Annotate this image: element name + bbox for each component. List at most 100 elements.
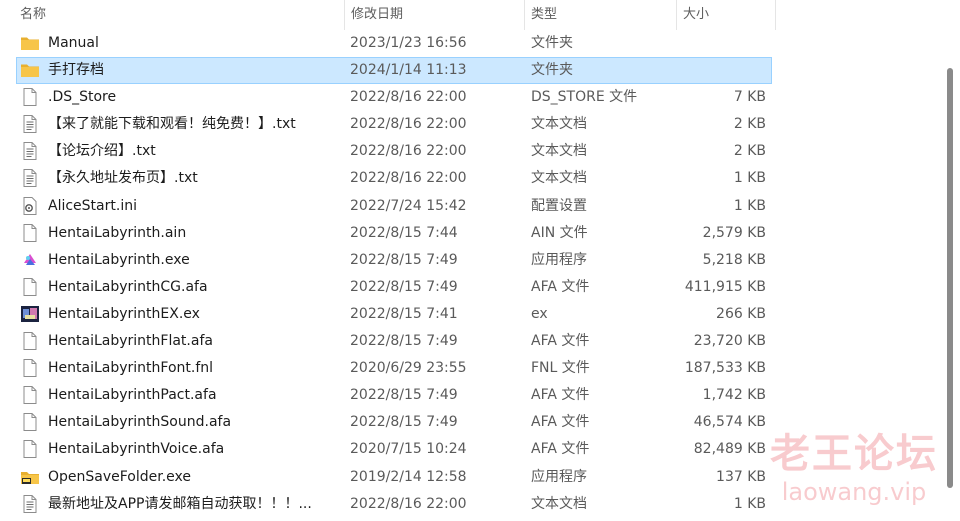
file-name: OpenSaveFolder.exe [48,468,192,485]
file-row[interactable]: HentaiLabyrinthVoice.afa 2020/7/15 10:24 A… [0,436,776,463]
file-row[interactable]: HentaiLabyrinth.exe 2022/8/15 7:49 应用程序 5,2… [0,247,776,274]
file-date-modified: 2022/8/15 7:49 [350,387,458,404]
watermark-url-text: laowang.vip [781,478,927,506]
watermark: 老王论坛 laowang.vip [768,430,940,506]
file-name: HentaiLabyrinth.exe [48,251,190,268]
file-date-modified: 2024/1/14 11:13 [350,62,467,79]
file-row[interactable]: 最新地址及APP请发邮箱自动获取！！！... 2022/8/16 22:00 文本文… [0,491,776,518]
file-name: .DS_Store [48,89,117,106]
folder-icon [20,61,40,79]
app-exe-icon [20,251,40,269]
file-type: 文本文档 [531,143,587,160]
column-header-size[interactable]: 大小 [676,0,776,30]
file-row[interactable]: HentaiLabyrinthFont.fnl 2020/6/29 23:55 FN… [0,355,776,382]
watermark-chinese-text: 老王论坛 [770,431,938,477]
file-date-modified: 2020/6/29 23:55 [350,360,467,377]
file-row[interactable]: OpenSaveFolder.exe 2019/2/14 12:58 应用程序 137… [0,464,776,491]
file-size: 82,489 KB [693,441,766,458]
file-size: 411,915 KB [684,278,766,295]
file-type: AFA 文件 [531,414,590,431]
column-header-date-modified[interactable]: 修改日期 [344,0,524,30]
file-type: DS_STORE 文件 [531,89,638,106]
file-size: 2 KB [733,116,766,133]
text-file-icon [20,142,40,161]
file-date-modified: 2022/7/24 15:42 [350,197,467,214]
file-type: 文本文档 [531,116,587,133]
file-row[interactable]: Manual 2023/1/23 16:56 文件夹 [0,30,776,57]
file-name: 最新地址及APP请发邮箱自动获取！！！... [48,495,312,512]
file-type: 文件夹 [531,62,573,79]
vertical-scrollbar[interactable] [941,0,960,521]
scrollbar-thumb[interactable] [947,68,953,488]
file-type: ex [531,305,548,322]
file-size [656,30,766,57]
file-row[interactable]: 【论坛介绍】.txt 2022/8/16 22:00 文本文档 2 KB [0,138,776,165]
file-date-modified: 2022/8/16 22:00 [350,89,467,106]
file-name: 【永久地址发布页】.txt [48,170,198,187]
file-date-modified: 2022/8/16 22:00 [350,495,467,512]
file-row[interactable]: HentaiLabyrinthEX.ex 2022/8/15 7:41 ex 266 … [0,301,776,328]
file-type: AFA 文件 [531,278,590,295]
file-type: 文件夹 [531,35,573,51]
file-type: AFA 文件 [531,387,590,404]
file-name: HentaiLabyrinth.ain [48,224,187,241]
file-row[interactable]: 【来了就能下载和观看！纯免费！】.txt 2022/8/16 22:00 文本文档 2… [0,111,776,138]
column-header-name[interactable]: 名称 [20,0,344,30]
column-header-row: 名称 修改日期 类型 大小 [0,0,776,30]
file-date-modified: 2022/8/15 7:44 [350,224,458,241]
blank-file-icon [20,413,40,432]
file-row[interactable]: HentaiLabyrinthCG.afa 2022/8/15 7:49 AFA 文… [0,274,776,301]
file-name: HentaiLabyrinthEX.ex [48,305,200,322]
file-type: 文本文档 [531,170,587,187]
file-date-modified: 2022/8/15 7:49 [350,278,458,295]
blank-file-icon [20,440,40,459]
file-row[interactable]: HentaiLabyrinthSound.afa 2022/8/15 7:49 AF… [0,409,776,436]
text-file-icon [20,115,40,134]
file-row[interactable]: HentaiLabyrinth.ain 2022/8/15 7:44 AIN 文件 2… [0,220,776,247]
file-name: Manual [48,35,99,51]
file-type: AFA 文件 [531,441,590,458]
blank-file-icon [20,332,40,351]
file-type: 应用程序 [531,251,587,268]
file-row[interactable]: AliceStart.ini 2022/7/24 15:42 配置设置 1 KB [0,193,776,220]
file-date-modified: 2022/8/15 7:41 [350,305,458,322]
file-type: AIN 文件 [531,224,588,241]
file-row[interactable]: .DS_Store 2022/8/16 22:00 DS_STORE 文件 7 KB [0,84,776,111]
file-row-selected[interactable]: 手打存档 2024/1/14 11:13 文件夹 [16,57,772,85]
file-size [656,57,766,84]
file-row[interactable]: HentaiLabyrinthPact.afa 2022/8/15 7:49 AFA… [0,382,776,409]
file-name: 手打存档 [48,62,104,79]
blank-file-icon [20,277,40,296]
text-file-icon [20,169,40,188]
file-explorer-list: 名称 修改日期 类型 大小 Manual 2023/1/23 16:56 文件夹 手打… [0,0,960,521]
file-type: 应用程序 [531,468,587,485]
file-date-modified: 2022/8/16 22:00 [350,143,467,160]
file-date-modified: 2022/8/16 22:00 [350,170,467,187]
file-size: 5,218 KB [702,251,766,268]
file-size: 23,720 KB [693,333,766,350]
folder-exe-icon [20,468,40,486]
blank-file-icon [20,386,40,405]
blank-file-icon [20,359,40,378]
column-header-type[interactable]: 类型 [524,0,676,30]
file-date-modified: 2020/7/15 10:24 [350,441,467,458]
file-date-modified: 2022/8/15 7:49 [350,414,458,431]
file-row[interactable]: HentaiLabyrinthFlat.afa 2022/8/15 7:49 AFA… [0,328,776,355]
file-name: HentaiLabyrinthFlat.afa [48,333,213,350]
blank-file-icon [20,88,40,107]
file-date-modified: 2022/8/15 7:49 [350,251,458,268]
file-name: AliceStart.ini [48,197,137,214]
file-row[interactable]: 【永久地址发布页】.txt 2022/8/16 22:00 文本文档 1 KB [0,165,776,192]
file-name: HentaiLabyrinthPact.afa [48,387,217,404]
file-size: 7 KB [733,89,766,106]
file-name: HentaiLabyrinthCG.afa [48,278,208,295]
image-thumb-icon [20,305,40,323]
file-size: 2,579 KB [702,224,766,241]
folder-icon [20,34,40,52]
file-size: 266 KB [716,305,766,322]
file-size: 46,574 KB [693,414,766,431]
file-date-modified: 2019/2/14 12:58 [350,468,467,485]
text-file-icon [20,494,40,513]
file-date-modified: 2022/8/15 7:49 [350,333,458,350]
file-size: 1 KB [733,197,766,214]
